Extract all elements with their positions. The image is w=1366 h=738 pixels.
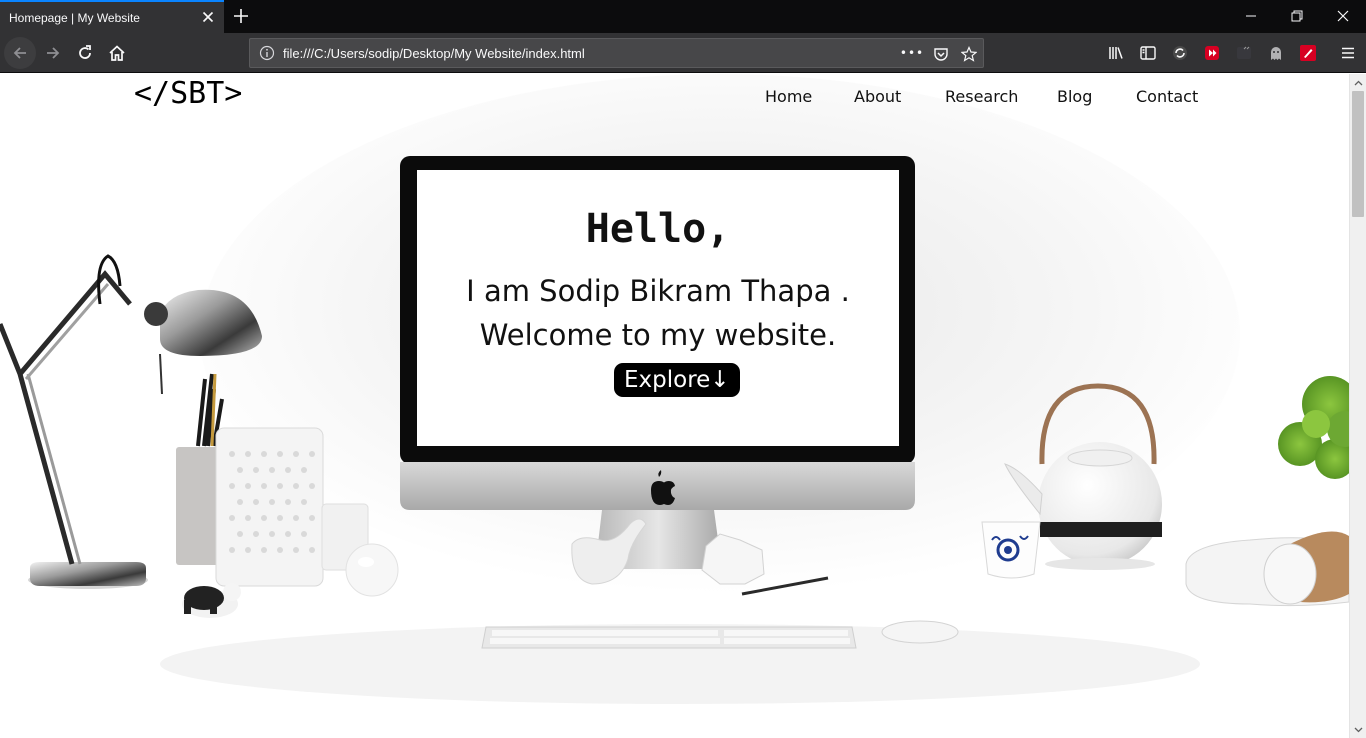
scroll-up-arrow-icon[interactable]	[1350, 74, 1366, 91]
tab-strip: Homepage | My Website	[0, 0, 1366, 33]
scroll-down-arrow-icon[interactable]	[1350, 721, 1366, 738]
extension-red-icon[interactable]	[1203, 44, 1221, 62]
hero-intro: I am Sodip Bikram Thapa .	[466, 274, 850, 308]
reload-icon[interactable]	[73, 41, 97, 65]
extension-sync-icon[interactable]	[1171, 44, 1189, 62]
nav-contact-link[interactable]: Contact	[1136, 87, 1198, 106]
hero-welcome: Welcome to my website.	[479, 318, 837, 352]
extension-dark-icon[interactable]	[1235, 44, 1253, 62]
nav-blog-link[interactable]: Blog	[1057, 87, 1092, 106]
minimize-icon[interactable]	[1243, 8, 1259, 24]
extension-ghost-icon[interactable]	[1267, 44, 1285, 62]
nav-about-link[interactable]: About	[854, 87, 901, 106]
page-scrollbar[interactable]	[1349, 74, 1366, 738]
sidebar-icon[interactable]	[1139, 44, 1157, 62]
library-icon[interactable]	[1107, 44, 1125, 62]
page-actions-icon[interactable]: •••	[900, 44, 923, 62]
pocket-icon[interactable]	[932, 45, 950, 63]
close-window-icon[interactable]	[1335, 8, 1351, 24]
restore-icon[interactable]	[1289, 8, 1305, 24]
close-tab-icon[interactable]	[200, 9, 216, 25]
explore-button[interactable]: Explore↓	[614, 363, 740, 397]
hero-greeting: Hello,	[585, 206, 731, 252]
active-tab[interactable]: Homepage | My Website	[0, 0, 224, 33]
address-bar[interactable]: file:///C:/Users/sodip/Desktop/My Websit…	[249, 38, 984, 68]
site-logo[interactable]: </SBT>	[134, 76, 242, 111]
new-tab-icon[interactable]	[232, 7, 250, 25]
url-text[interactable]: file:///C:/Users/sodip/Desktop/My Websit…	[283, 46, 585, 61]
scroll-thumb[interactable]	[1352, 91, 1364, 217]
tab-title: Homepage | My Website	[9, 11, 140, 25]
hamburger-menu-icon[interactable]	[1339, 44, 1357, 62]
forward-arrow-icon[interactable]	[41, 41, 65, 65]
extension-pen-icon[interactable]	[1299, 44, 1317, 62]
site-info-icon[interactable]	[259, 45, 275, 61]
page-viewport: </SBT> Home About Research Blog Contact …	[0, 74, 1349, 738]
browser-toolbar: file:///C:/Users/sodip/Desktop/My Websit…	[0, 33, 1366, 73]
nav-home-link[interactable]: Home	[765, 87, 812, 106]
back-arrow-icon[interactable]	[8, 41, 32, 65]
bookmark-star-icon[interactable]	[960, 45, 978, 63]
nav-research-link[interactable]: Research	[945, 87, 1018, 106]
monitor-screen: Hello, I am Sodip Bikram Thapa . Welcome…	[417, 170, 899, 446]
home-icon[interactable]	[105, 41, 129, 65]
